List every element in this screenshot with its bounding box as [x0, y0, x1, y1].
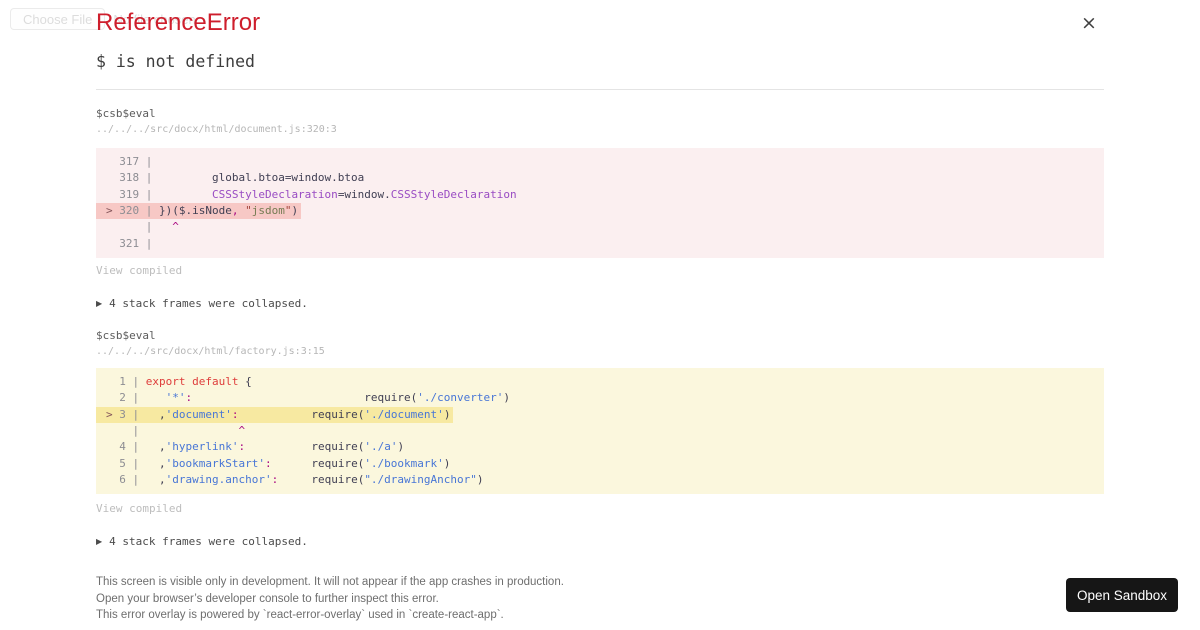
stack-frame-function: $csb$eval — [96, 107, 156, 120]
view-compiled-link[interactable]: View compiled — [96, 264, 182, 277]
stack-frame-location: ../../../src/docx/html/document.js:320:3 — [96, 124, 337, 135]
expand-icon: ▶ — [96, 537, 103, 546]
error-message: $ is not defined — [96, 52, 255, 71]
dev-note-line: Open your browser’s developer console to… — [96, 592, 439, 605]
error-overlay: ReferenceError × $ is not defined $csb$e… — [0, 0, 1200, 630]
stack-frame-function: $csb$eval — [96, 329, 156, 342]
error-title: ReferenceError — [96, 9, 261, 36]
stack-frames-toggle-label: 4 stack frames were collapsed. — [109, 535, 308, 548]
close-icon[interactable]: × — [1080, 14, 1098, 33]
stack-frames-toggle[interactable]: ▶ 4 stack frames were collapsed. — [96, 535, 308, 548]
stack-frames-toggle[interactable]: ▶ 4 stack frames were collapsed. — [96, 297, 308, 310]
open-sandbox-button[interactable]: Open Sandbox — [1066, 578, 1178, 612]
code-block: 317 | 318 | global.btoa=window.btoa 319 … — [96, 148, 1104, 258]
expand-icon: ▶ — [96, 299, 103, 308]
stack-frames-toggle-label: 4 stack frames were collapsed. — [109, 297, 308, 310]
divider — [96, 89, 1104, 90]
dev-note-line: This error overlay is powered by `react-… — [96, 609, 504, 622]
code-block: 1 | export default { 2 | '*': require('.… — [96, 368, 1104, 495]
dev-notes: This screen is visible only in developme… — [96, 574, 564, 624]
view-compiled-link[interactable]: View compiled — [96, 502, 182, 515]
stack-frame-location: ../../../src/docx/html/factory.js:3:15 — [96, 346, 325, 357]
dev-note-line: This screen is visible only in developme… — [96, 576, 564, 588]
